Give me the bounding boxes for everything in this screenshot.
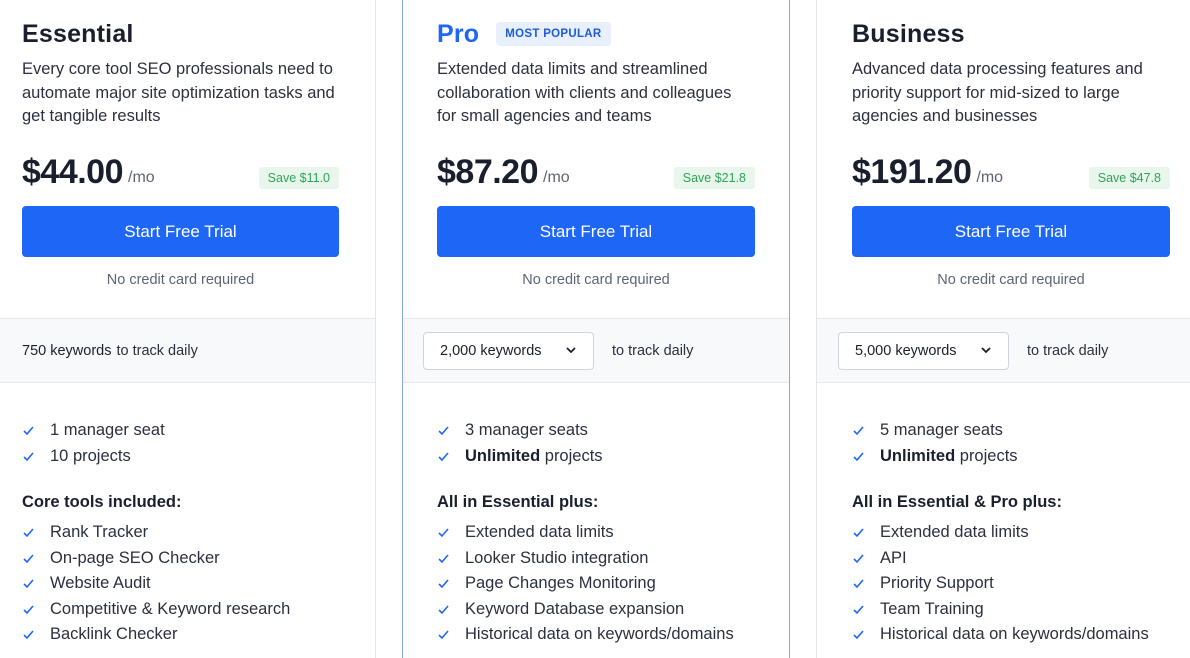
seat-label: manager seats bbox=[478, 421, 588, 440]
check-icon bbox=[438, 605, 449, 614]
check-icon bbox=[438, 554, 449, 563]
list-item: Keyword Database expansion bbox=[437, 597, 755, 623]
project-count: Unlimited bbox=[465, 446, 541, 465]
list-item: Unlimited projects bbox=[437, 444, 755, 470]
project-count: Unlimited bbox=[880, 446, 956, 465]
check-icon bbox=[438, 630, 449, 640]
feature-list: 3 manager seats Unlimited projects All i… bbox=[437, 418, 755, 648]
check-icon bbox=[853, 605, 864, 614]
check-icon bbox=[23, 452, 34, 461]
list-item: Competitive & Keyword research bbox=[22, 597, 339, 623]
feature-label: Extended data limits bbox=[465, 523, 614, 542]
check-icon bbox=[853, 426, 864, 436]
feature-label: Historical data on keywords/domains bbox=[880, 625, 1149, 644]
check-icon bbox=[438, 579, 449, 589]
seat-label: manager seats bbox=[893, 421, 1003, 440]
check-icon bbox=[853, 579, 864, 589]
feature-group-title: All in Essential & Pro plus: bbox=[852, 493, 1062, 511]
feature-label: Team Training bbox=[880, 599, 984, 618]
check-icon bbox=[23, 426, 34, 436]
feature-list: 1 manager seat 10 projects Core tools in… bbox=[22, 418, 339, 648]
feature-label: API bbox=[880, 548, 907, 567]
feature-label: Competitive & Keyword research bbox=[50, 599, 291, 618]
list-item: Historical data on keywords/domains bbox=[437, 622, 755, 648]
feature-list: 5 manager seats Unlimited projects All i… bbox=[852, 418, 1170, 648]
list-item: 5 manager seats bbox=[852, 418, 1170, 444]
list-item: Extended data limits bbox=[437, 520, 755, 546]
feature-label: Historical data on keywords/domains bbox=[465, 625, 734, 644]
check-icon bbox=[23, 554, 34, 563]
list-item: Team Training bbox=[852, 597, 1170, 623]
check-icon bbox=[853, 630, 864, 640]
pricing-plans: Essential Every core tool SEO profession… bbox=[0, 0, 1190, 658]
feature-label: Backlink Checker bbox=[50, 625, 178, 644]
seat-label: manager seat bbox=[63, 421, 165, 440]
project-label: projects bbox=[72, 446, 131, 465]
check-icon bbox=[23, 605, 34, 614]
feature-label: Keyword Database expansion bbox=[465, 599, 685, 618]
feature-label: Page Changes Monitoring bbox=[465, 574, 656, 593]
check-icon bbox=[853, 554, 864, 563]
project-label: projects bbox=[959, 446, 1018, 465]
check-icon bbox=[853, 452, 864, 461]
feature-group-title: Core tools included: bbox=[22, 493, 182, 511]
list-item: API bbox=[852, 546, 1170, 572]
list-item: 1 manager seat bbox=[22, 418, 339, 444]
check-icon bbox=[438, 426, 449, 436]
plan-card-business: Business Advanced data processing featur… bbox=[816, 0, 1190, 658]
list-item: Backlink Checker bbox=[22, 622, 339, 648]
project-count: 10 bbox=[50, 446, 69, 465]
feature-label: Rank Tracker bbox=[50, 523, 149, 542]
seat-count: 3 bbox=[465, 421, 475, 440]
list-item: Looker Studio integration bbox=[437, 546, 755, 572]
list-item: Rank Tracker bbox=[22, 520, 339, 546]
feature-label: Website Audit bbox=[50, 574, 151, 593]
list-item: Website Audit bbox=[22, 571, 339, 597]
check-icon bbox=[23, 528, 34, 538]
check-icon bbox=[438, 452, 449, 461]
feature-label: Extended data limits bbox=[880, 523, 1029, 542]
seat-count: 1 bbox=[50, 421, 60, 440]
plan-card-pro: Pro MOST POPULAR Extended data limits an… bbox=[402, 0, 790, 658]
list-item: 10 projects bbox=[22, 444, 339, 470]
list-item: On-page SEO Checker bbox=[22, 546, 339, 572]
list-item: Historical data on keywords/domains bbox=[852, 622, 1170, 648]
check-icon bbox=[438, 528, 449, 538]
list-item: Priority Support bbox=[852, 571, 1170, 597]
list-item: 3 manager seats bbox=[437, 418, 755, 444]
feature-label: On-page SEO Checker bbox=[50, 548, 220, 567]
feature-label: Looker Studio integration bbox=[465, 548, 649, 567]
check-icon bbox=[23, 630, 34, 640]
feature-group-title: All in Essential plus: bbox=[437, 493, 599, 511]
project-label: projects bbox=[544, 446, 603, 465]
list-item: Extended data limits bbox=[852, 520, 1170, 546]
list-item: Page Changes Monitoring bbox=[437, 571, 755, 597]
check-icon bbox=[23, 579, 34, 589]
feature-label: Priority Support bbox=[880, 574, 994, 593]
plan-card-essential: Essential Every core tool SEO profession… bbox=[0, 0, 376, 658]
check-icon bbox=[853, 528, 864, 538]
list-item: Unlimited projects bbox=[852, 444, 1170, 470]
seat-count: 5 bbox=[880, 421, 890, 440]
